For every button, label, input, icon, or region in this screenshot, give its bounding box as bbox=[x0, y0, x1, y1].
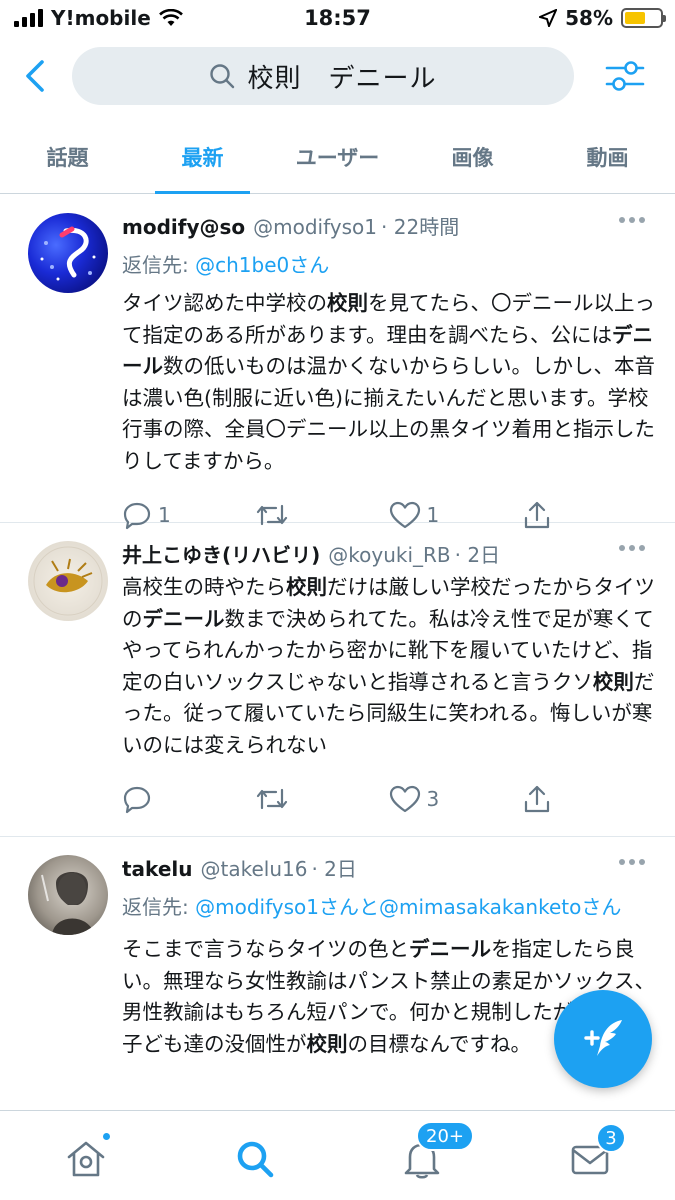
user-handle: @takelu16 bbox=[200, 857, 308, 881]
compose-tweet-button[interactable] bbox=[554, 990, 652, 1088]
share-icon bbox=[524, 785, 549, 813]
battery-percent: 58% bbox=[565, 6, 613, 30]
battery-icon bbox=[621, 8, 666, 28]
tweet-header: takelu @takelu16 · 2日 bbox=[122, 853, 655, 882]
tweet-timeline: modify@so @modifyso1 · 22時間 返信先: @ch1be0… bbox=[0, 195, 675, 1110]
tab-photos[interactable]: 画像 bbox=[405, 120, 540, 193]
tab-people[interactable]: ユーザー bbox=[270, 120, 405, 193]
search-query: 校則 デニール bbox=[247, 63, 437, 94]
tweet-time: · 22時間 bbox=[381, 215, 460, 239]
tweet-text: タイツ認めた中学校の校則を見てたら、〇デニール以上って指定のある所があります。理… bbox=[122, 291, 655, 473]
home-unread-dot bbox=[101, 1131, 112, 1142]
status-right: 58% bbox=[539, 6, 666, 30]
avatar[interactable] bbox=[28, 541, 108, 621]
location-arrow-icon bbox=[539, 9, 558, 27]
tweet[interactable]: modify@so @modifyso1 · 22時間 返信先: @ch1be0… bbox=[0, 195, 675, 530]
more-icon[interactable] bbox=[619, 859, 645, 865]
tweet-text: 高校生の時やたら校則だけは厳しい学校だったからタイツのデニール数まで決められてた… bbox=[122, 575, 655, 757]
reply-mention[interactable]: @modifyso1さんと@mimasakakanketoさん bbox=[195, 895, 621, 919]
nav-home[interactable] bbox=[56, 1129, 116, 1189]
nav-search[interactable] bbox=[225, 1129, 285, 1189]
tweet-time: · 2日 bbox=[454, 543, 501, 567]
display-name[interactable]: takelu bbox=[122, 857, 192, 881]
home-icon bbox=[67, 1141, 105, 1177]
search-input[interactable]: 校則 デニール bbox=[72, 47, 574, 105]
search-icon bbox=[210, 64, 235, 89]
back-icon bbox=[26, 60, 44, 92]
retweet-icon bbox=[257, 788, 288, 810]
reply-context: 返信先: @ch1be0さん bbox=[122, 248, 655, 282]
messages-badge: 3 bbox=[596, 1123, 626, 1153]
like-count: 3 bbox=[426, 787, 440, 811]
tweet-header: 井上こゆき(リハビリ) @koyuki_RB · 2日 bbox=[122, 539, 655, 568]
tweet[interactable]: 井上こゆき(リハビリ) @koyuki_RB · 2日 高校生の時やたら校則だけ… bbox=[0, 523, 675, 837]
reply-context: 返信先: @modifyso1さんと@mimasakakanketoさん bbox=[122, 890, 655, 924]
reply-prefix: 返信先: bbox=[122, 253, 196, 277]
tweet-actions: 3 bbox=[122, 769, 655, 829]
user-handle: @koyuki_RB bbox=[328, 543, 451, 567]
reply-mention[interactable]: @ch1be0さん bbox=[195, 253, 329, 277]
search-icon bbox=[237, 1141, 274, 1178]
like-icon bbox=[389, 785, 420, 813]
search-tabs: 話題 最新 ユーザー 画像 動画 bbox=[0, 120, 675, 194]
tweet-header: modify@so @modifyso1 · 22時間 bbox=[122, 211, 655, 240]
notifications-badge: 20+ bbox=[416, 1121, 474, 1151]
user-handle: @modifyso1 bbox=[253, 215, 378, 239]
tab-videos[interactable]: 動画 bbox=[540, 120, 675, 193]
reply-icon bbox=[123, 786, 151, 814]
more-icon[interactable] bbox=[619, 545, 645, 551]
tab-top[interactable]: 話題 bbox=[0, 120, 135, 193]
battery-level-fill bbox=[625, 12, 645, 24]
avatar[interactable] bbox=[28, 855, 108, 935]
retweet-button[interactable] bbox=[255, 784, 388, 814]
tab-latest[interactable]: 最新 bbox=[135, 120, 270, 194]
search-header: 校則 デニール bbox=[0, 40, 675, 120]
bottom-navigation: 20+ 3 bbox=[0, 1110, 675, 1200]
more-icon[interactable] bbox=[619, 217, 645, 223]
avatar[interactable] bbox=[28, 213, 108, 293]
reply-prefix: 返信先: bbox=[122, 895, 196, 919]
nav-messages[interactable]: 3 bbox=[560, 1123, 626, 1189]
display-name[interactable]: 井上こゆき(リハビリ) bbox=[122, 539, 320, 568]
share-button[interactable] bbox=[522, 784, 655, 814]
tweet-time: · 2日 bbox=[311, 857, 357, 881]
back-button[interactable] bbox=[18, 54, 54, 98]
filter-icon bbox=[605, 61, 645, 91]
search-filter-button[interactable] bbox=[603, 56, 647, 96]
display-name[interactable]: modify@so bbox=[122, 215, 245, 239]
compose-icon bbox=[584, 1020, 622, 1056]
nav-notifications[interactable]: 20+ bbox=[392, 1121, 474, 1189]
status-bar: Y!mobile 18:57 58% bbox=[0, 0, 675, 40]
reply-button[interactable] bbox=[122, 784, 255, 814]
like-button[interactable]: 3 bbox=[389, 784, 522, 814]
